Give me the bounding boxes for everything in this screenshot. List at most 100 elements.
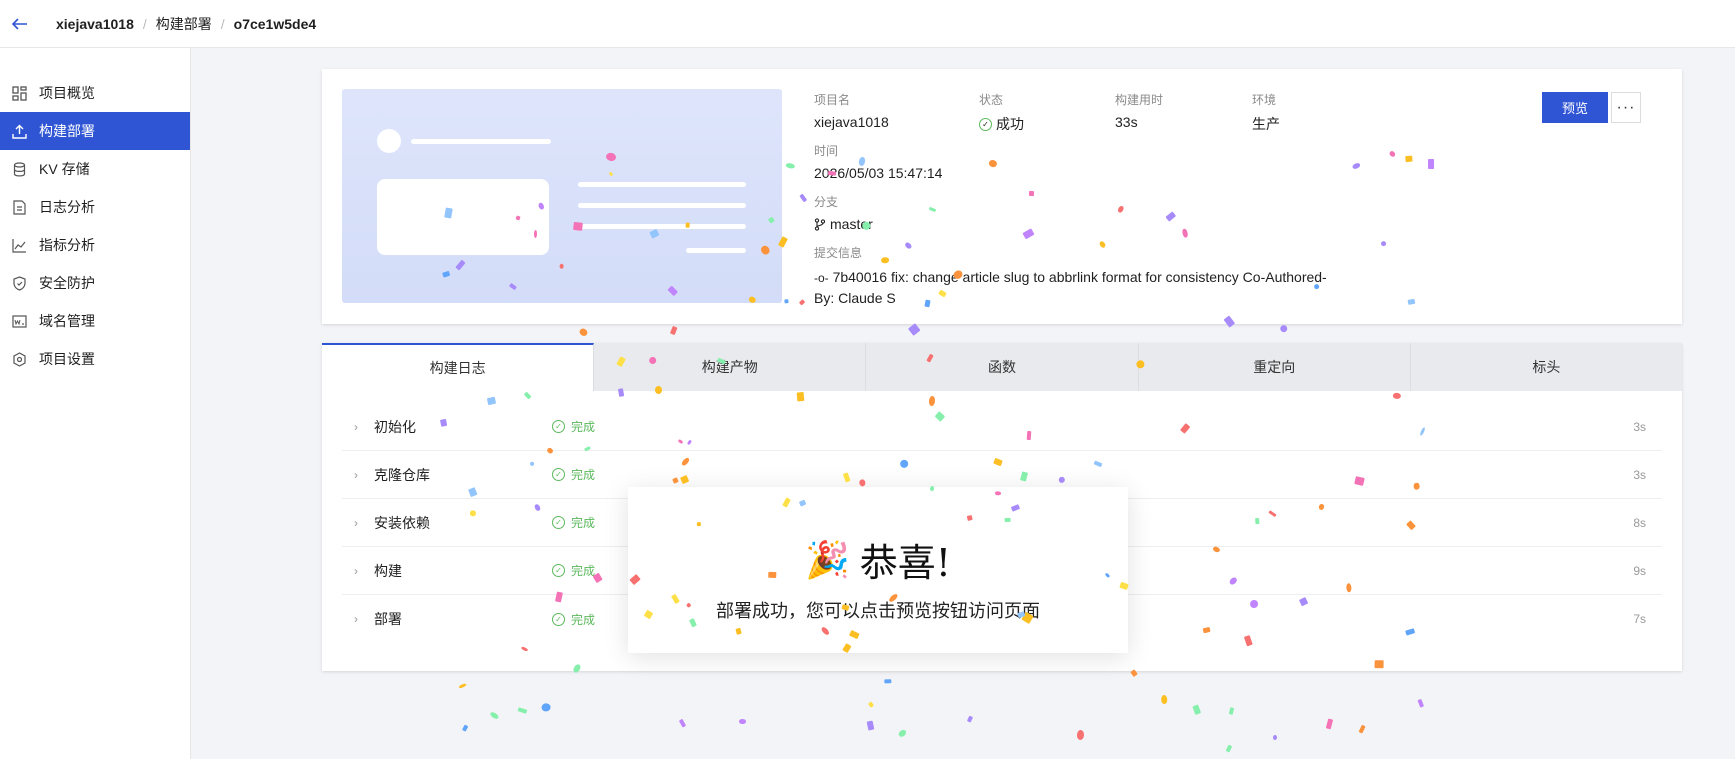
time-value: 2026/05/03 15:47:14 xyxy=(814,165,943,181)
check-circle-icon: ✓ xyxy=(552,516,565,529)
step-name: 克隆仓库 xyxy=(374,466,430,483)
tab-build-artifacts[interactable]: 构建产物 xyxy=(594,343,867,391)
shield-icon xyxy=(11,275,27,291)
sidebar-item-log-analysis[interactable]: 日志分析 xyxy=(0,188,190,226)
preview-button[interactable]: 预览 xyxy=(1542,92,1608,123)
commit-message: -o- 7b40016 fix: change article slug to … xyxy=(814,267,1354,308)
success-dialog[interactable]: 🎉 恭喜! 部署成功，您可以点击预览按钮访问页面 xyxy=(628,487,1128,653)
confetti-piece xyxy=(866,720,875,731)
step-status-label: 完成 xyxy=(571,516,596,530)
sidebar-item-kv-storage[interactable]: KV 存储 xyxy=(0,150,190,188)
step-name: 初始化 xyxy=(374,418,416,435)
thumbnail-line xyxy=(686,248,746,253)
sidebar-item-overview[interactable]: 项目概览 xyxy=(0,74,190,112)
thumbnail-avatar-placeholder xyxy=(377,129,401,153)
confetti-piece xyxy=(1417,699,1425,709)
confetti-piece xyxy=(541,702,552,712)
check-circle-icon: ✓ xyxy=(552,612,565,626)
tab-functions[interactable]: 函数 xyxy=(866,343,1139,391)
step-status-label: 完成 xyxy=(571,564,596,578)
preview-thumbnail[interactable] xyxy=(342,89,782,303)
build-step-row[interactable]: › 初始化 ✓ 完成 3s xyxy=(342,403,1662,451)
sidebar-item-label: 构建部署 xyxy=(39,123,95,139)
confetti-piece xyxy=(670,325,678,335)
commit-message-line1: 7b40016 fix: change article slug to abbr… xyxy=(832,269,1327,285)
confetti-piece xyxy=(1272,734,1278,740)
confetti-piece xyxy=(1192,704,1202,715)
project-name-field: 项目名 xiejava1018 xyxy=(814,91,889,130)
tab-build-log[interactable]: 构建日志 xyxy=(322,343,595,391)
chevron-right-icon: › xyxy=(354,612,358,626)
chevron-right-icon: › xyxy=(354,563,358,578)
check-circle-icon: ✓ xyxy=(552,564,565,577)
thumbnail-line xyxy=(411,139,551,144)
environment-label: 环境 xyxy=(1252,93,1277,107)
sidebar-item-label: 指标分析 xyxy=(39,237,95,253)
step-name: 构建 xyxy=(374,562,402,579)
sidebar-item-domains[interactable]: 域名管理 xyxy=(0,302,190,340)
step-duration: 3s xyxy=(1633,419,1646,434)
step-status: ✓ 完成 xyxy=(552,466,595,483)
branch-label: 分支 xyxy=(814,195,839,209)
project-name-label: 项目名 xyxy=(814,93,851,107)
step-status: ✓ 完成 xyxy=(552,514,595,531)
tab-headers[interactable]: 标头 xyxy=(1411,343,1682,391)
breadcrumb-separator: / xyxy=(142,15,147,32)
step-duration: 3s xyxy=(1633,467,1646,482)
back-arrow-icon[interactable] xyxy=(0,0,40,48)
confetti-piece xyxy=(1076,730,1085,741)
dialog-title-text: 恭喜! xyxy=(859,541,952,585)
build-duration-value: 33s xyxy=(1115,114,1138,130)
confetti-piece xyxy=(578,327,589,338)
step-status: ✓ 完成 xyxy=(552,418,595,435)
confetti-piece xyxy=(908,323,921,336)
confetti-piece xyxy=(1357,724,1365,734)
status-value: 成功 xyxy=(996,116,1024,132)
dialog-message: 部署成功，您可以点击预览按钮访问页面 xyxy=(716,601,1040,622)
confetti-piece xyxy=(461,724,468,732)
sidebar-item-security[interactable]: 安全防护 xyxy=(0,264,190,302)
chevron-right-icon: › xyxy=(354,419,358,434)
commit-label: 提交信息 xyxy=(814,246,863,260)
database-icon xyxy=(11,161,27,177)
confetti-piece xyxy=(489,711,500,721)
breadcrumb: xiejava1018 / 构建部署 / o7ce1w5de4 xyxy=(56,14,316,34)
step-status-label: 完成 xyxy=(571,612,596,627)
git-commit-icon: -o- xyxy=(814,271,829,285)
confetti-piece xyxy=(868,701,875,709)
confetti-piece xyxy=(966,715,973,723)
dashboard-icon xyxy=(11,85,27,101)
branch-value-row: master xyxy=(814,216,873,232)
step-name: 安装依赖 xyxy=(374,514,430,531)
step-status: ✓ 完成 xyxy=(552,562,595,579)
confetti-piece xyxy=(738,719,746,725)
sidebar-item-label: 域名管理 xyxy=(39,313,95,329)
party-popper-icon: 🎉 xyxy=(804,539,850,581)
thumbnail-line xyxy=(578,203,746,208)
sidebar-item-label: 日志分析 xyxy=(39,199,95,215)
step-duration: 8s xyxy=(1633,515,1646,530)
commit-message-line2: By: Claude S xyxy=(814,290,896,306)
tab-redirects[interactable]: 重定向 xyxy=(1139,343,1411,391)
status-label: 状态 xyxy=(979,93,1004,107)
sidebar-item-build-deploy[interactable]: 构建部署 xyxy=(0,112,190,150)
top-bar: xiejava1018 / 构建部署 / o7ce1w5de4 xyxy=(0,0,1735,48)
domain-icon xyxy=(11,313,27,329)
sidebar-item-metrics[interactable]: 指标分析 xyxy=(0,226,190,264)
breadcrumb-project[interactable]: xiejava1018 xyxy=(56,16,134,32)
breadcrumb-separator: / xyxy=(220,15,225,32)
environment-field: 环境 生产 xyxy=(1252,91,1280,134)
confetti-piece xyxy=(1228,707,1235,716)
step-status-label: 完成 xyxy=(571,468,596,482)
status-badge: ✓ 成功 xyxy=(979,114,1024,134)
line-chart-icon xyxy=(11,237,27,253)
sidebar-item-settings[interactable]: 项目设置 xyxy=(0,340,190,378)
breadcrumb-section[interactable]: 构建部署 xyxy=(156,14,212,34)
more-options-icon[interactable]: ··· xyxy=(1611,92,1641,123)
settings-icon xyxy=(11,351,27,367)
confetti-piece xyxy=(1226,744,1233,753)
confetti-piece xyxy=(1278,324,1288,334)
step-duration: 7s xyxy=(1633,612,1646,626)
confetti-piece xyxy=(678,718,687,729)
time-field: 时间 2026/05/03 15:47:14 xyxy=(814,142,942,181)
